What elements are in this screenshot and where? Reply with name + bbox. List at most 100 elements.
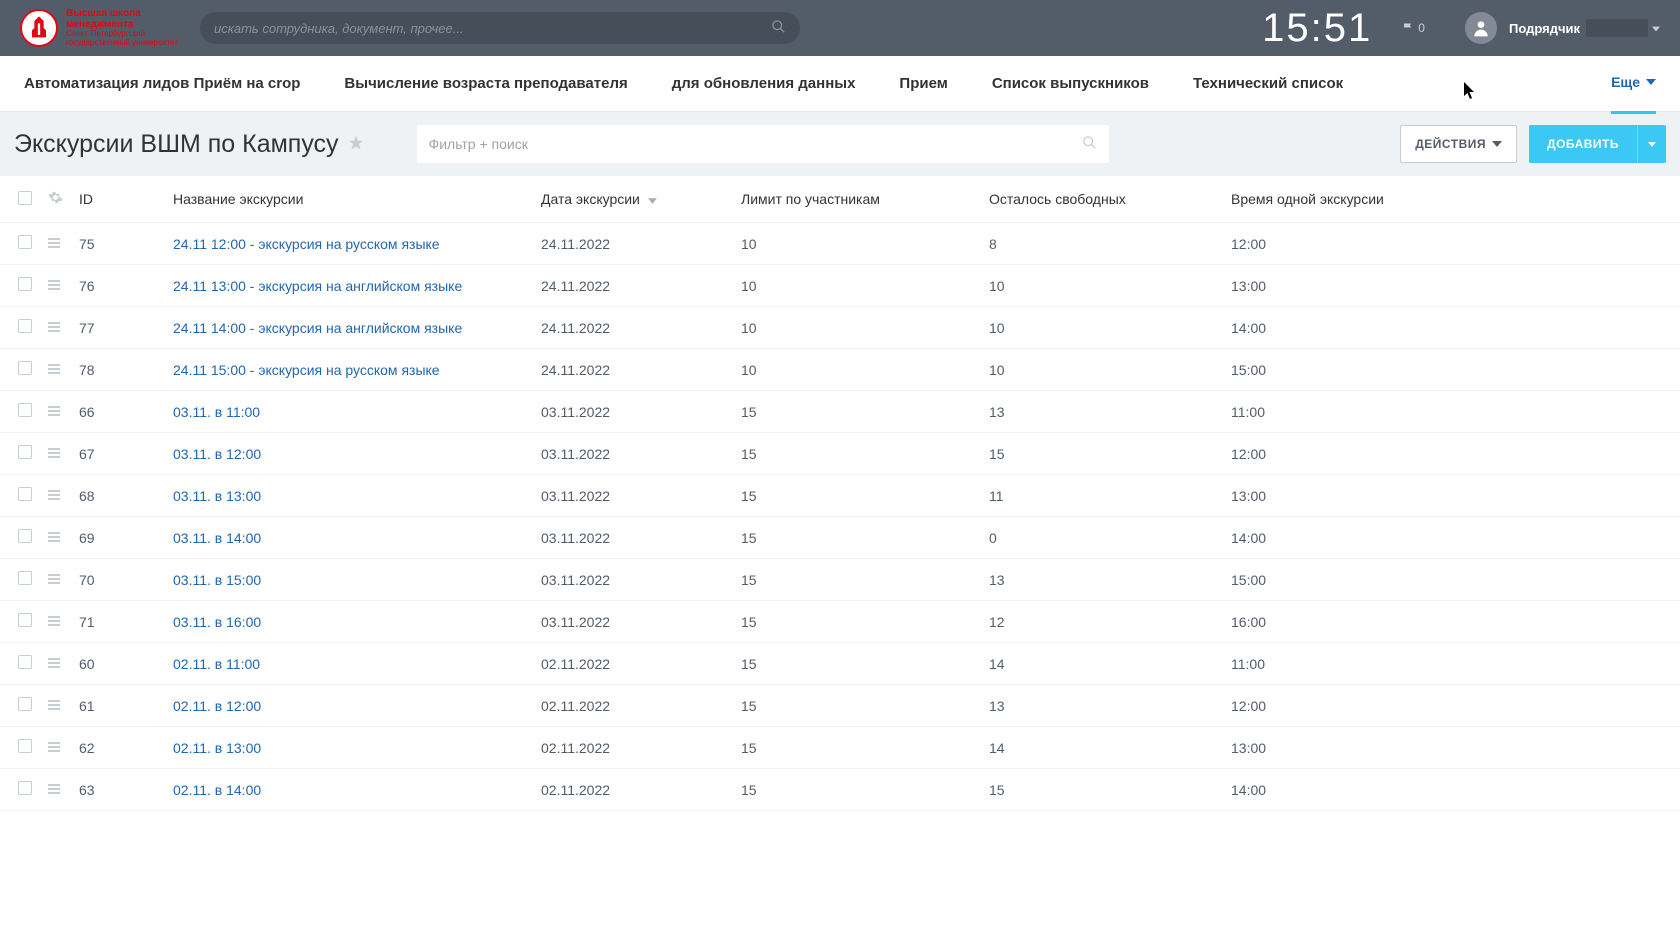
cell-time: 14:00 [1223,517,1680,559]
nav-item-4[interactable]: Список выпускников [992,56,1149,112]
drag-handle-icon[interactable] [48,615,60,627]
row-checkbox[interactable] [18,781,32,795]
cell-free: 8 [981,223,1223,265]
column-name[interactable]: Название экскурсии [165,176,533,223]
row-checkbox[interactable] [18,361,32,375]
star-icon[interactable] [347,134,365,155]
excursion-link[interactable]: 02.11. в 11:00 [173,656,260,672]
filter-box[interactable] [417,125,1109,163]
excursion-link[interactable]: 03.11. в 12:00 [173,446,261,462]
row-checkbox[interactable] [18,487,32,501]
add-button-dropdown[interactable] [1637,125,1666,163]
nav-item-5[interactable]: Технический список [1193,56,1343,112]
column-free[interactable]: Осталось свободных [981,176,1223,223]
search-icon[interactable] [771,19,786,37]
global-search-input[interactable] [214,21,771,36]
nav-more-label: Еще [1611,74,1640,90]
excursion-link[interactable]: 24.11 14:00 - экскурсия на английском яз… [173,320,462,336]
chevron-down-icon [1646,79,1656,85]
drag-handle-icon[interactable] [48,363,60,375]
drag-handle-icon[interactable] [48,783,60,795]
cell-free: 15 [981,769,1223,811]
row-checkbox[interactable] [18,613,32,627]
excursion-link[interactable]: 03.11. в 11:00 [173,404,260,420]
gear-icon[interactable] [48,192,63,208]
row-checkbox[interactable] [18,655,32,669]
row-checkbox[interactable] [18,739,32,753]
nav-item-0[interactable]: Автоматизация лидов Приём на crop [24,56,300,112]
cell-free: 14 [981,727,1223,769]
cell-time: 15:00 [1223,349,1680,391]
row-checkbox[interactable] [18,319,32,333]
row-checkbox[interactable] [18,445,32,459]
user-menu[interactable]: Подрядчик [1465,12,1660,44]
cell-date: 02.11.2022 [533,727,733,769]
drag-handle-icon[interactable] [48,405,60,417]
column-limit[interactable]: Лимит по участникам [733,176,981,223]
excursion-link[interactable]: 02.11. в 14:00 [173,782,261,798]
chevron-down-icon [1492,141,1502,147]
row-checkbox[interactable] [18,571,32,585]
nav-more[interactable]: Еще [1611,58,1656,114]
drag-handle-icon[interactable] [48,699,60,711]
actions-button[interactable]: ДЕЙСТВИЯ [1400,125,1517,163]
excursion-link[interactable]: 02.11. в 12:00 [173,698,261,714]
cell-date: 24.11.2022 [533,349,733,391]
row-checkbox[interactable] [18,697,32,711]
drag-handle-icon[interactable] [48,657,60,669]
cell-id: 62 [71,727,165,769]
cell-date: 03.11.2022 [533,475,733,517]
cell-limit: 10 [733,307,981,349]
column-date[interactable]: Дата экскурсии [533,176,733,223]
add-button[interactable]: ДОБАВИТЬ [1529,125,1637,163]
nav-item-1[interactable]: Вычисление возраста преподавателя [344,56,627,112]
drag-handle-icon[interactable] [48,279,60,291]
select-all-checkbox[interactable] [18,191,32,205]
cell-date: 24.11.2022 [533,307,733,349]
table-row: 7724.11 14:00 - экскурсия на английском … [0,307,1680,349]
global-search[interactable] [200,12,800,44]
drag-handle-icon[interactable] [48,321,60,333]
excursion-link[interactable]: 24.11 12:00 - экскурсия на русском языке [173,236,440,252]
excursion-link[interactable]: 02.11. в 13:00 [173,740,261,756]
filter-input[interactable] [429,136,1082,152]
page-title: Экскурсии ВШМ по Кампусу [14,130,339,159]
logo[interactable]: Высшая школа менеджмента Санкт-Петербург… [20,8,200,48]
excursion-link[interactable]: 24.11 15:00 - экскурсия на русском языке [173,362,440,378]
nav-item-2[interactable]: для обновления данных [672,56,856,112]
cell-free: 11 [981,475,1223,517]
search-icon[interactable] [1082,135,1097,153]
drag-handle-icon[interactable] [48,573,60,585]
excursion-link[interactable]: 24.11 13:00 - экскурсия на английском яз… [173,278,462,294]
cell-limit: 15 [733,685,981,727]
cell-free: 10 [981,307,1223,349]
drag-handle-icon[interactable] [48,531,60,543]
column-id[interactable]: ID [71,176,165,223]
actions-label: ДЕЙСТВИЯ [1415,137,1486,151]
header-checkbox-cell [0,176,40,223]
excursion-link[interactable]: 03.11. в 16:00 [173,614,261,630]
cell-id: 76 [71,265,165,307]
flag-indicator[interactable]: 0 [1402,21,1425,35]
avatar-icon [1465,12,1497,44]
cell-date: 03.11.2022 [533,391,733,433]
column-time[interactable]: Время одной экскурсии [1223,176,1680,223]
drag-handle-icon[interactable] [48,741,60,753]
excursion-link[interactable]: 03.11. в 15:00 [173,572,261,588]
nav-item-3[interactable]: Прием [899,56,947,112]
cell-limit: 15 [733,433,981,475]
drag-handle-icon[interactable] [48,447,60,459]
row-checkbox[interactable] [18,529,32,543]
cell-id: 61 [71,685,165,727]
drag-handle-icon[interactable] [48,237,60,249]
cell-free: 0 [981,517,1223,559]
row-checkbox[interactable] [18,235,32,249]
cell-id: 68 [71,475,165,517]
caret-down-icon [1648,142,1656,147]
row-checkbox[interactable] [18,403,32,417]
excursion-link[interactable]: 03.11. в 13:00 [173,488,261,504]
excursion-link[interactable]: 03.11. в 14:00 [173,530,261,546]
cell-limit: 15 [733,643,981,685]
row-checkbox[interactable] [18,277,32,291]
drag-handle-icon[interactable] [48,489,60,501]
